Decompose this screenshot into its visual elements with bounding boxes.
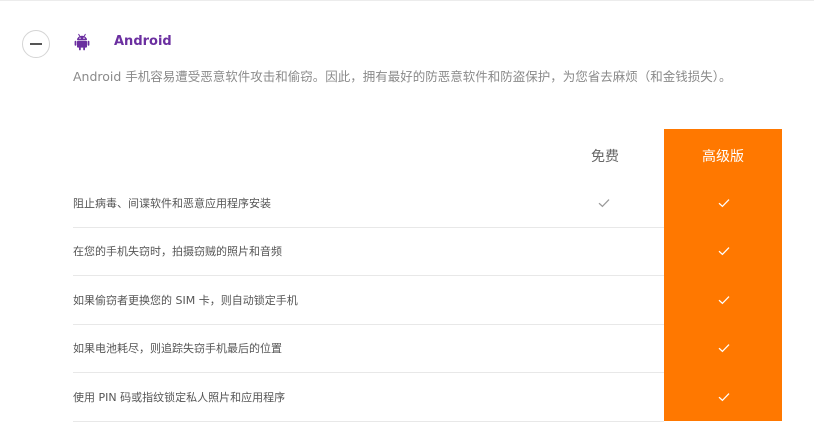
feature-label: 如果偷窃者更换您的 SIM 卡，则自动锁定手机: [73, 293, 298, 307]
column-header-premium: 高级版: [702, 149, 744, 165]
feature-label: 使用 PIN 码或指纹锁定私人照片和应用程序: [73, 390, 286, 404]
row-divider: [73, 420, 664, 422]
check-icon-premium: [718, 344, 730, 353]
section-description: Android 手机容易遭受恶意软件攻击和偷窃。因此，拥有最好的防恶意软件和防盗…: [73, 69, 732, 84]
check-icon-premium: [718, 247, 730, 256]
top-divider: [0, 0, 814, 1]
minus-icon: [30, 43, 42, 45]
feature-label: 在您的手机失窃时，拍摄窃贼的照片和音频: [73, 245, 282, 259]
feature-row: 如果电池耗尽，则追踪失窃手机最后的位置: [73, 325, 782, 374]
feature-row: 使用 PIN 码或指纹锁定私人照片和应用程序: [73, 374, 782, 422]
feature-row: 阻止病毒、间谍软件和恶意应用程序安装: [73, 180, 782, 228]
feature-row: 在您的手机失窃时，拍摄窃贼的照片和音频: [73, 228, 782, 277]
feature-label: 阻止病毒、间谍软件和恶意应用程序安装: [73, 197, 271, 210]
android-icon: [74, 33, 90, 51]
section-title[interactable]: Android: [114, 34, 172, 49]
feature-row: 如果偷窃者更换您的 SIM 卡，则自动锁定手机: [73, 277, 782, 325]
check-icon-premium: [718, 199, 730, 208]
check-icon-premium: [718, 295, 730, 305]
column-header-free: 免费: [591, 149, 619, 165]
check-icon-free: [598, 199, 610, 208]
check-icon-premium: [718, 392, 730, 401]
feature-label: 如果电池耗尽，则追踪失窃手机最后的位置: [73, 342, 282, 356]
collapse-button[interactable]: [22, 30, 50, 58]
